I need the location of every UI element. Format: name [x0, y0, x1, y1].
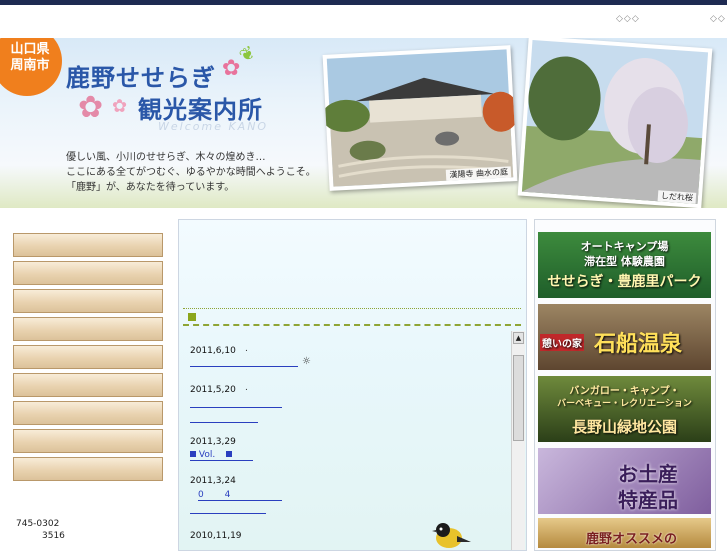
news-link[interactable]	[190, 422, 258, 423]
square-icon	[190, 451, 196, 457]
bullet-icon: .	[245, 344, 248, 354]
street-number: 3516	[42, 531, 65, 541]
top-link-1[interactable]: ◇◇◇	[616, 14, 640, 24]
news-date: 2011,5,20	[190, 385, 236, 395]
nav-item[interactable]	[13, 401, 163, 425]
postal-code: 745-0302	[16, 519, 60, 529]
news-link-text: Vol.	[198, 450, 216, 460]
nav-item[interactable]	[13, 289, 163, 313]
temple-garden-photo: 漢陽寺 曲水の庭	[321, 45, 519, 191]
weeping-cherry-photo: しだれ桜	[517, 38, 713, 208]
region-badge-text: 山口県 周南市	[10, 42, 50, 73]
nav-item[interactable]	[13, 429, 163, 453]
ad-line: せせらぎ・豊鹿里パーク	[547, 274, 702, 290]
scroll-thumb[interactable]	[513, 355, 524, 441]
section-marker-icon	[188, 313, 196, 321]
ad-recommend[interactable]: 鹿野オススメの	[538, 518, 711, 548]
news-link[interactable]: Vol.	[190, 450, 253, 461]
ad-park[interactable]: バンガロー・キャンプ・ バーベキュー・レクリエーション 長野山緑地公園	[538, 376, 711, 442]
square-icon	[226, 451, 233, 457]
nav-item[interactable]	[13, 317, 163, 341]
flower-icon: ✿	[78, 90, 104, 125]
nav-item[interactable]	[13, 261, 163, 285]
bullet-icon: .	[245, 383, 248, 393]
tagline: 優しい風、小川のせせらぎ、木々の煌めき… ここにある全てがつむぐ、ゆるやかな時間…	[66, 150, 316, 195]
ad-line: 鹿野オススメの	[586, 532, 678, 547]
flower-icon: ✿	[222, 56, 241, 81]
address-block: 745-0302 3516	[16, 518, 65, 542]
news-date: 2011,3,29	[190, 437, 236, 447]
news-link[interactable]: 0 4	[198, 490, 282, 501]
top-link-2[interactable]: ◇◇	[710, 14, 726, 24]
ad-line: バンガロー・キャンプ・	[569, 386, 680, 397]
ad-line: お土産	[618, 462, 678, 486]
ad-camping-park[interactable]: オートキャンプ場 滞在型 体験農園 せせらぎ・豊鹿里パーク	[538, 232, 711, 298]
news-scrollbar[interactable]: ▲	[511, 331, 525, 550]
news-date: 2010,11,19	[190, 531, 242, 541]
new-mark-icon: ☼	[302, 356, 311, 367]
nav-item[interactable]	[13, 345, 163, 369]
nav-item[interactable]	[13, 373, 163, 397]
header-banner: 山口県 周南市 鹿野せせらぎ ✿ ❦ ✿ ✿ 観光案内所 Welcome KAN…	[0, 38, 727, 208]
ad-line: 長野山緑地公園	[571, 418, 677, 436]
divider	[183, 324, 521, 326]
divider	[183, 308, 521, 309]
scroll-up-arrow-icon[interactable]: ▲	[513, 332, 524, 344]
ad-souvenir[interactable]: お土産 特産品	[538, 448, 711, 514]
ad-line: 滞在型 体験農園	[584, 255, 665, 268]
ad-line: オートキャンプ場	[580, 240, 669, 253]
news-date: 2011,6,10	[190, 346, 236, 356]
tagline-line: ここにある全てがつむぐ、ゆるやかな時間へようこそ。	[66, 167, 316, 178]
nav-item[interactable]	[13, 233, 163, 257]
left-navigation	[13, 233, 163, 485]
welcome-text: Welcome KANO	[158, 120, 269, 133]
nav-item[interactable]	[13, 457, 163, 481]
banner-ads-column: オートキャンプ場 滞在型 体験農園 せせらぎ・豊鹿里パーク 憩いの家 石船温泉 …	[534, 219, 716, 551]
tagline-line: 優しい風、小川のせせらぎ、木々の煌めき…	[66, 152, 266, 163]
ad-line: 特産品	[618, 488, 678, 512]
site-title-line1[interactable]: 鹿野せせらぎ	[66, 58, 216, 93]
tagline-line: 「鹿野」が、あなたを待っています。	[66, 182, 235, 193]
flower-icon: ✿	[112, 96, 128, 117]
news-link[interactable]	[190, 407, 282, 408]
ad-line: 憩いの家	[540, 334, 584, 351]
weeping-cherry-image	[521, 40, 709, 204]
top-bar	[0, 0, 727, 5]
news-panel: 2011,6,10 . ☼ 2011,5,20 . 2011,3,29 Vol.…	[178, 219, 527, 551]
ad-line: 石船温泉	[594, 332, 683, 357]
ad-onsen[interactable]: 憩いの家 石船温泉	[538, 304, 711, 370]
news-link[interactable]	[190, 366, 298, 367]
news-link[interactable]	[190, 513, 266, 514]
bird-illustration	[432, 523, 471, 548]
ad-line: バーベキュー・レクリエーション	[557, 399, 692, 409]
news-date: 2011,3,24	[190, 476, 236, 486]
